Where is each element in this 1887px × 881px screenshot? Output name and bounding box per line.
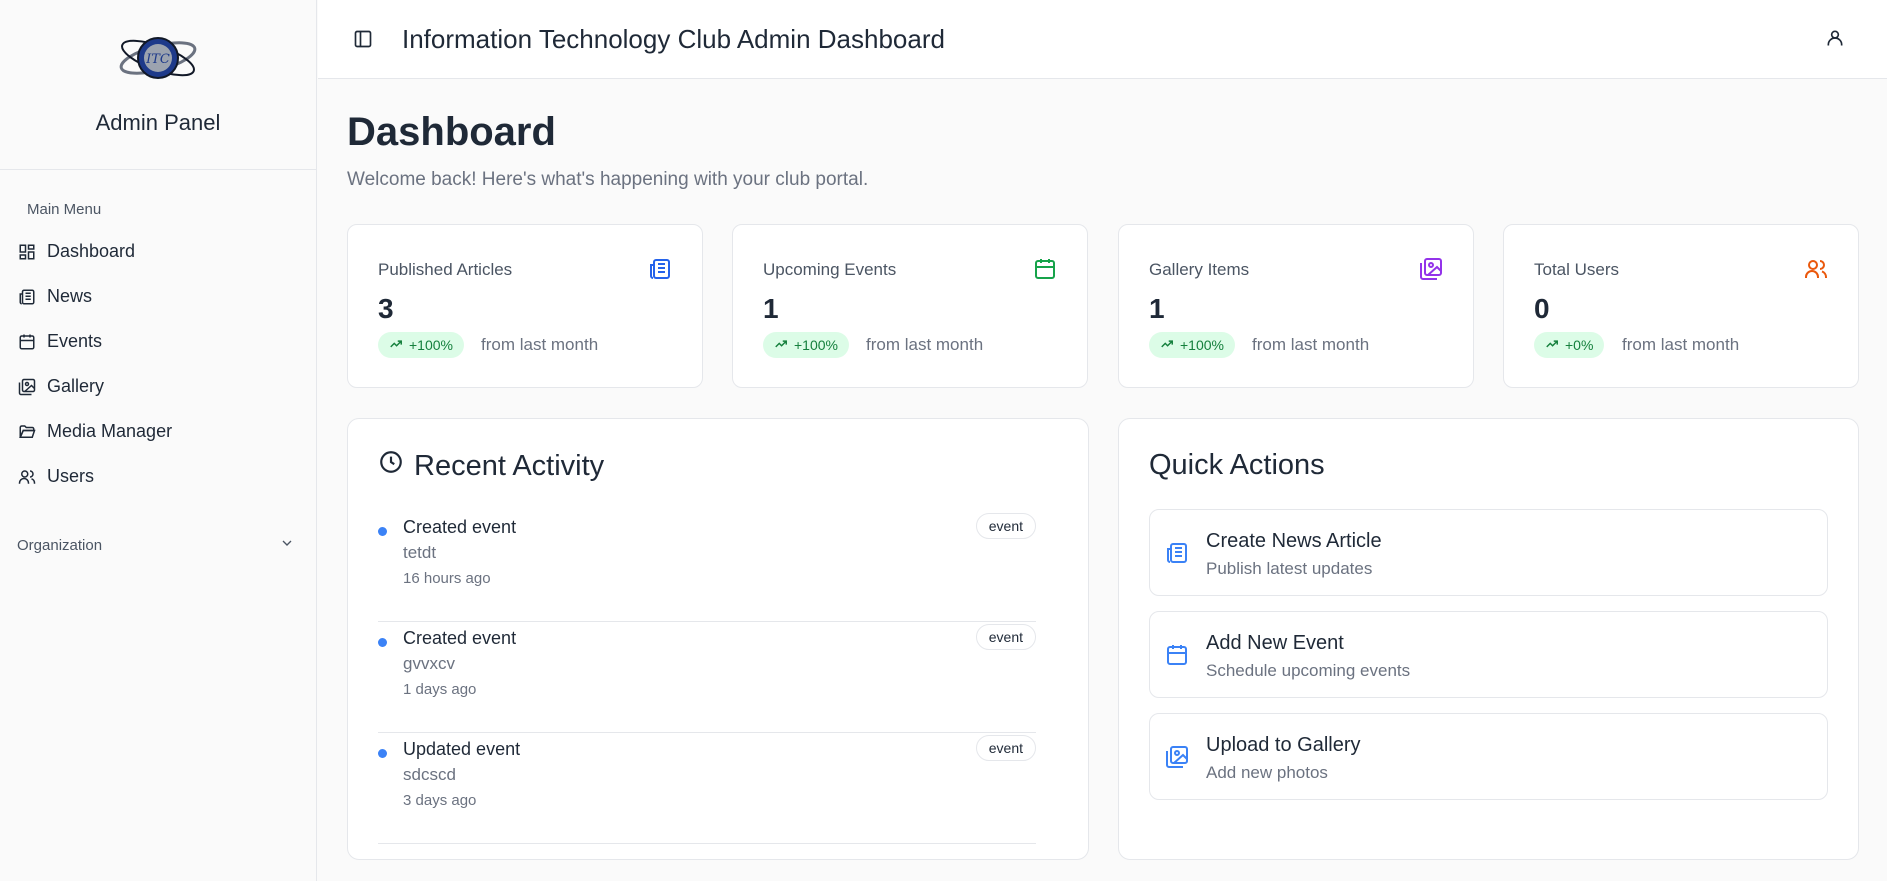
trending-up-icon [1160, 337, 1174, 354]
quick-actions-title: Quick Actions [1149, 449, 1325, 481]
sidebar-item-media-manager[interactable]: Media Manager [0, 409, 316, 454]
stat-card-articles: Published Articles 3 +100% from last mon… [347, 224, 703, 388]
user-icon[interactable] [1825, 28, 1847, 50]
trending-up-icon [774, 337, 788, 354]
activity-item: Updated event sdcscd 3 days ago event [378, 733, 1036, 844]
activity-time: 1 days ago [403, 681, 477, 698]
sidebar-title: Admin Panel [95, 110, 221, 135]
sidebar-item-label: News [47, 286, 93, 306]
calendar-icon [1033, 257, 1057, 281]
club-logo: ITC [119, 37, 197, 79]
sidebar-brand: ITC Admin Panel [0, 0, 316, 170]
activity-subject: gvvxcv [403, 654, 455, 673]
header-title: Information Technology Club Admin Dashbo… [402, 24, 945, 54]
page-subtitle: Welcome back! Here's what's happening wi… [347, 169, 869, 190]
recent-activity-title: Recent Activity [378, 449, 604, 483]
recent-activity-card: Recent Activity Created event tetdt 16 h… [347, 418, 1089, 860]
activity-item: Created event gvvxcv 1 days ago event [378, 622, 1036, 733]
action-subtitle: Add new photos [1206, 763, 1328, 782]
clock-icon [378, 449, 404, 483]
sidebar-item-label: Media Manager [47, 421, 173, 441]
sidebar-item-gallery[interactable]: Gallery [0, 364, 316, 409]
calendar-icon [1165, 643, 1189, 667]
stat-label: Upcoming Events [763, 260, 897, 279]
activity-time: 16 hours ago [403, 570, 491, 587]
page-title: Dashboard [347, 110, 556, 154]
upload-to-gallery-button[interactable]: Upload to Gallery Add new photos [1149, 713, 1828, 800]
activity-subject: sdcscd [403, 765, 456, 784]
activity-title: Updated event [403, 739, 521, 759]
activity-badge: event [975, 513, 1036, 539]
stat-note: from last month [481, 335, 599, 354]
newspaper-icon [648, 257, 672, 281]
sidebar-nav: Dashboard News Events Gallery Media Mana… [0, 229, 316, 499]
activity-subject: tetdt [403, 543, 437, 562]
activity-badge: event [975, 735, 1036, 761]
stat-note: from last month [1252, 335, 1370, 354]
organization-label: Organization [17, 536, 103, 554]
gallery-icon [1419, 257, 1443, 281]
newspaper-icon [17, 287, 37, 307]
trending-up-icon [1545, 337, 1559, 354]
newspaper-icon [1165, 541, 1189, 565]
organization-toggle[interactable]: Organization [17, 535, 295, 555]
stat-card-gallery: Gallery Items 1 +100% from last month [1118, 224, 1474, 388]
stat-value: 1 [763, 293, 779, 324]
stat-value: 1 [1149, 293, 1165, 324]
calendar-icon [17, 332, 37, 352]
gallery-icon [1165, 745, 1189, 769]
sidebar-item-users[interactable]: Users [0, 454, 316, 499]
activity-dot [378, 749, 387, 758]
stat-value: 0 [1534, 293, 1550, 324]
stat-change-badge: +100% [1149, 332, 1235, 358]
stat-label: Published Articles [378, 260, 513, 279]
main-menu-label: Main Menu [27, 201, 102, 218]
stat-note: from last month [866, 335, 984, 354]
stat-change-badge: +0% [1534, 332, 1605, 358]
sidebar-item-dashboard[interactable]: Dashboard [0, 229, 316, 274]
folder-icon [17, 422, 37, 442]
activity-time: 3 days ago [403, 792, 477, 809]
svg-text:ITC: ITC [145, 52, 170, 67]
stat-label: Gallery Items [1149, 260, 1250, 279]
chevron-down-icon [279, 535, 295, 555]
sidebar-item-label: Events [47, 331, 103, 351]
trending-up-icon [389, 337, 403, 354]
activity-title: Created event [403, 517, 517, 537]
stat-card-users: Total Users 0 +0% from last month [1503, 224, 1859, 388]
action-subtitle: Schedule upcoming events [1206, 661, 1411, 680]
sidebar-item-label: Gallery [47, 376, 105, 396]
sidebar: ITC Admin Panel Main Menu Dashboard News… [0, 0, 317, 881]
main-content: Dashboard Welcome back! Here's what's ha… [318, 80, 1887, 881]
stat-change-badge: +100% [378, 332, 464, 358]
sidebar-item-events[interactable]: Events [0, 319, 316, 364]
quick-actions-card: Quick Actions Create News Article Publis… [1118, 418, 1859, 860]
activity-item: Created event tetdt 16 hours ago event [378, 511, 1036, 622]
sidebar-toggle-icon[interactable] [353, 29, 373, 49]
action-title: Upload to Gallery [1206, 734, 1361, 756]
activity-badge: event [975, 624, 1036, 650]
gallery-icon [17, 377, 37, 397]
add-new-event-button[interactable]: Add New Event Schedule upcoming events [1149, 611, 1828, 698]
create-news-article-button[interactable]: Create News Article Publish latest updat… [1149, 509, 1828, 596]
stat-value: 3 [378, 293, 394, 324]
action-title: Add New Event [1206, 632, 1344, 654]
stat-card-events: Upcoming Events 1 +100% from last month [732, 224, 1088, 388]
stat-label: Total Users [1534, 260, 1620, 279]
stat-note: from last month [1622, 335, 1740, 354]
activity-dot [378, 527, 387, 536]
activity-title: Created event [403, 628, 517, 648]
sidebar-item-label: Users [47, 466, 95, 486]
top-header: Information Technology Club Admin Dashbo… [318, 0, 1887, 79]
sidebar-item-news[interactable]: News [0, 274, 316, 319]
users-icon [17, 467, 37, 487]
users-icon [1804, 257, 1828, 281]
sidebar-item-label: Dashboard [47, 241, 136, 261]
action-title: Create News Article [1206, 530, 1382, 552]
activity-dot [378, 638, 387, 647]
dashboard-icon [17, 242, 37, 262]
action-subtitle: Publish latest updates [1206, 559, 1373, 578]
stat-change-badge: +100% [763, 332, 849, 358]
